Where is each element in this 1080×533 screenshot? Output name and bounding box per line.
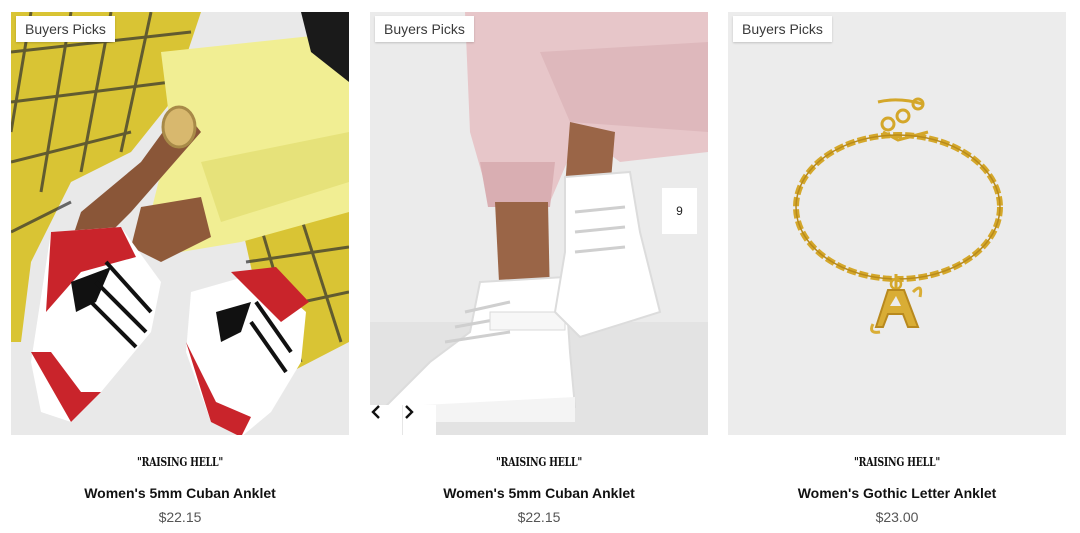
- sneakers-plaid-outfit-photo: [11, 12, 349, 435]
- product-card[interactable]: Buyers Picks "RAISING HELL" Women's 5mm …: [11, 12, 349, 533]
- buyers-picks-badge: Buyers Picks: [733, 16, 832, 42]
- brand-logo: "RAISING HELL": [854, 455, 940, 469]
- product-card[interactable]: Buyers Picks "RAISING HELL" Women's Goth…: [728, 12, 1066, 533]
- product-title[interactable]: Women's 5mm Cuban Anklet: [370, 485, 708, 501]
- buyers-picks-badge: Buyers Picks: [16, 16, 115, 42]
- product-image[interactable]: Buyers Picks: [370, 12, 708, 435]
- product-price: $23.00: [875, 509, 919, 525]
- product-image[interactable]: Buyers Picks: [728, 12, 1066, 435]
- brand-logo: "RAISING HELL": [496, 455, 582, 469]
- product-price: $22.15: [158, 509, 202, 525]
- gold-letter-anklet-photo: [728, 12, 1066, 435]
- carousel-next-button[interactable]: [403, 405, 436, 435]
- product-title[interactable]: Women's 5mm Cuban Anklet: [11, 485, 349, 501]
- product-title[interactable]: Women's Gothic Letter Anklet: [728, 485, 1066, 501]
- product-image[interactable]: Buyers Picks: [11, 12, 349, 435]
- product-price: $22.15: [517, 509, 561, 525]
- white-high-top-sneakers-photo: [370, 12, 708, 435]
- product-card[interactable]: Buyers Picks "RAISING HELL" Women's 5mm …: [370, 12, 708, 533]
- chevron-right-icon: [405, 405, 414, 419]
- carousel-prev-button[interactable]: [370, 405, 403, 435]
- brand-logo: "RAISING HELL": [137, 455, 223, 469]
- carousel-counter: 9: [662, 188, 697, 234]
- product-grid: Buyers Picks "RAISING HELL" Women's 5mm …: [11, 12, 1069, 533]
- buyers-picks-badge: Buyers Picks: [375, 16, 474, 42]
- chevron-left-icon: [371, 405, 380, 419]
